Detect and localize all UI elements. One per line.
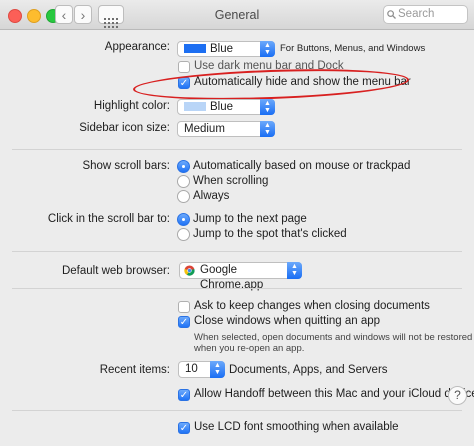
close-windows-label: Close windows when quitting an app — [194, 315, 381, 327]
divider — [12, 149, 462, 150]
light-blue-swatch — [184, 102, 206, 111]
divider — [12, 410, 462, 411]
highlight-popup[interactable]: Blue ▲ ▼ — [177, 99, 275, 115]
lcd-smoothing-checkbox[interactable]: ✓ — [178, 422, 190, 434]
highlight-value: Blue — [210, 101, 234, 113]
jump-to-spot-label: Jump to the spot that's clicked — [193, 228, 347, 240]
scroll-always-label: Always — [193, 190, 230, 202]
scroll-auto-label: Automatically based on mouse or trackpad — [193, 160, 411, 172]
browser-value: Google Chrome.app — [200, 264, 264, 291]
search-placeholder: Search — [398, 8, 435, 20]
sidebar-size-label: Sidebar icon size: — [79, 122, 170, 134]
scroll-always-radio[interactable] — [177, 190, 190, 203]
ask-keep-changes-checkbox[interactable] — [178, 301, 190, 313]
blue-swatch — [184, 44, 206, 53]
jump-next-page-radio[interactable] — [177, 213, 190, 226]
appearance-popup[interactable]: Blue ▲ ▼ — [177, 41, 275, 57]
scroll-click-label: Click in the scroll bar to: — [47, 213, 170, 225]
recent-items-label: Recent items: — [99, 364, 170, 376]
close-windows-note-2: when you re-open an app. — [194, 343, 305, 354]
chevron-updown-icon: ▲ ▼ — [210, 361, 225, 378]
scroll-bars-label: Show scroll bars: — [82, 160, 170, 172]
scroll-auto-radio[interactable] — [177, 160, 190, 173]
chevron-updown-icon: ▲ ▼ — [260, 41, 275, 57]
chevron-updown-icon: ▲ ▼ — [260, 99, 275, 115]
highlight-label: Highlight color: — [93, 100, 170, 112]
red-annotation-oval — [132, 65, 410, 104]
chevron-updown-icon: ▲ ▼ — [260, 121, 275, 137]
scroll-when-scrolling-radio[interactable] — [177, 175, 190, 188]
close-windows-checkbox[interactable]: ✓ — [178, 316, 190, 328]
sidebar-size-popup[interactable]: Medium ▲ ▼ — [177, 121, 275, 137]
dark-menu-checkbox[interactable] — [178, 61, 190, 73]
chrome-icon — [184, 265, 195, 276]
handoff-label: Allow Handoff between this Mac and your … — [194, 388, 474, 400]
sidebar-size-value: Medium — [184, 123, 225, 135]
search-icon — [387, 10, 396, 19]
jump-next-page-label: Jump to the next page — [193, 213, 307, 225]
handoff-checkbox[interactable]: ✓ — [178, 389, 190, 401]
appearance-label: Appearance: — [104, 41, 170, 53]
appearance-note: For Buttons, Menus, and Windows — [280, 43, 426, 54]
appearance-value: Blue — [210, 43, 234, 55]
recent-items-popup[interactable]: 10 ▲ ▼ — [178, 361, 225, 378]
recent-items-suffix: Documents, Apps, and Servers — [229, 364, 388, 376]
chevron-updown-icon: ▲ ▼ — [287, 262, 302, 279]
divider — [12, 288, 462, 289]
close-windows-note-1: When selected, open documents and window… — [194, 332, 473, 343]
ask-keep-changes-label: Ask to keep changes when closing documen… — [194, 300, 430, 312]
jump-to-spot-radio[interactable] — [177, 228, 190, 241]
browser-label: Default web browser: — [61, 265, 170, 277]
divider — [12, 251, 462, 252]
help-button[interactable]: ? — [448, 386, 467, 405]
browser-popup[interactable]: Google Chrome.app ▲ ▼ — [179, 262, 302, 291]
recent-items-value: 10 — [185, 363, 198, 375]
lcd-smoothing-label: Use LCD font smoothing when available — [194, 421, 399, 433]
scroll-when-scrolling-label: When scrolling — [193, 175, 269, 187]
search-field[interactable]: Search — [383, 5, 468, 24]
